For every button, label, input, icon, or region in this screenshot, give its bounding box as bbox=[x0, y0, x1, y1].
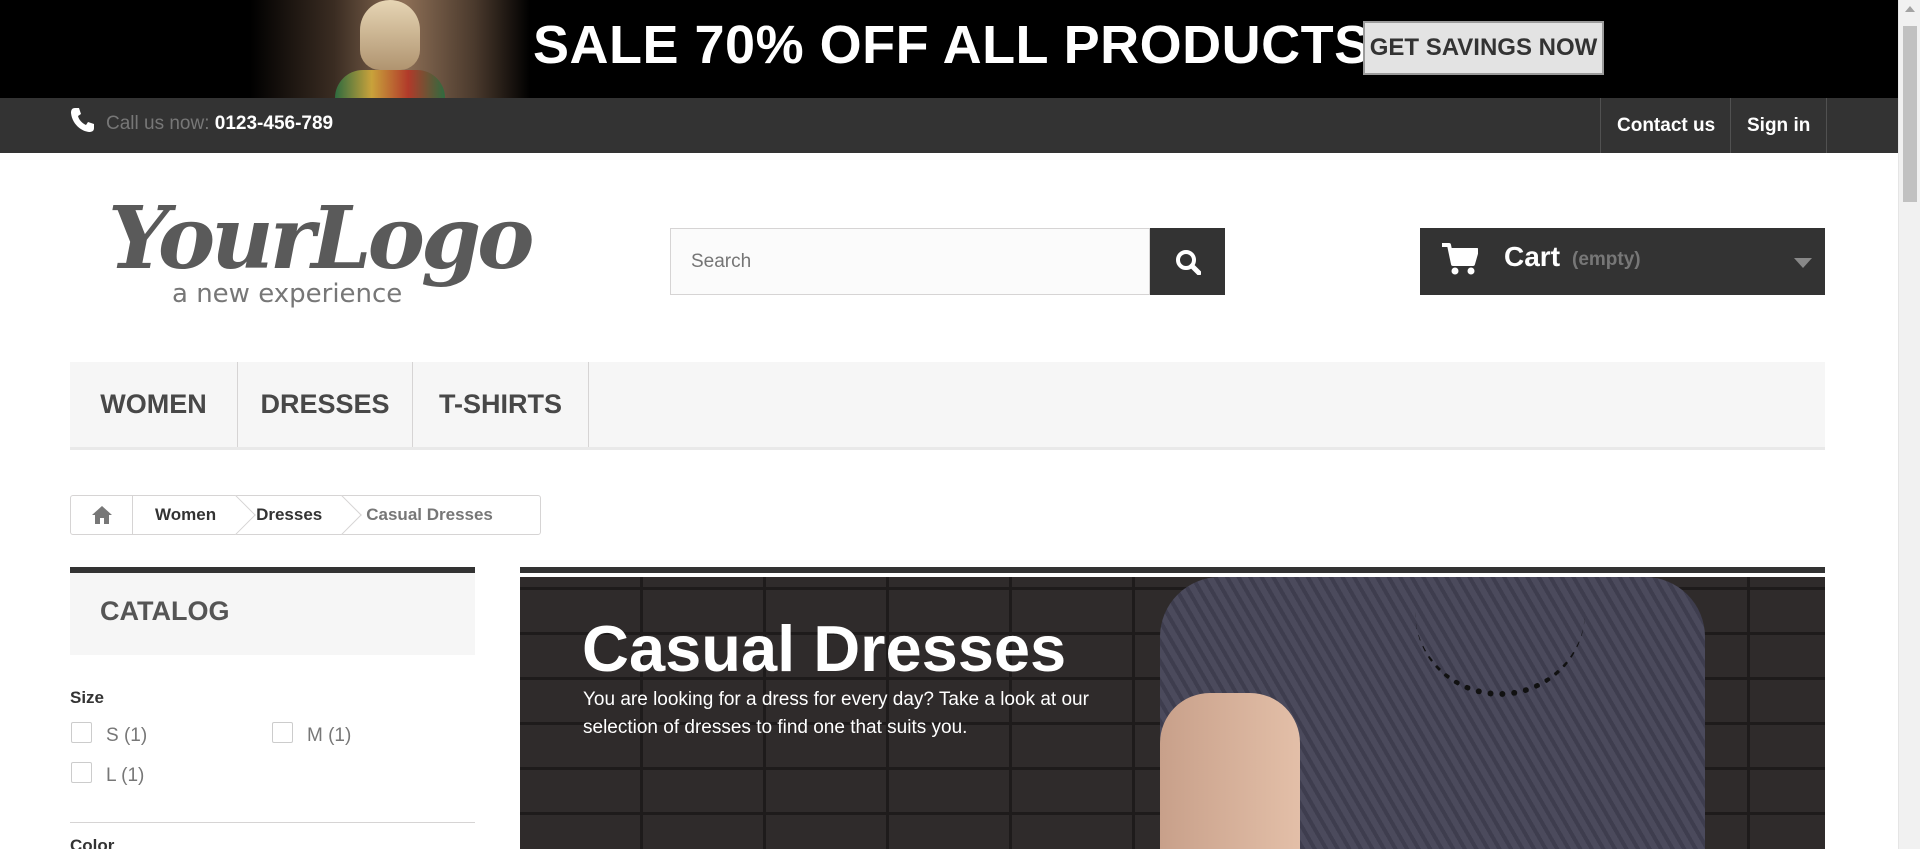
size-m-checkbox[interactable] bbox=[272, 722, 293, 743]
search-input[interactable] bbox=[670, 228, 1150, 295]
color-filter-label: Color bbox=[70, 836, 115, 849]
category-title: Casual Dresses bbox=[582, 612, 1067, 685]
page-scrollbar[interactable] bbox=[1898, 0, 1920, 849]
cart-status: (empty) bbox=[1572, 249, 1641, 270]
promo-headline: SALE 70% OFF ALL PRODUCTS bbox=[533, 15, 1371, 75]
size-s-label[interactable]: S (1) bbox=[106, 725, 147, 747]
category-banner: Casual Dresses You are looking for a dre… bbox=[520, 567, 1825, 849]
svg-text:YourLogo: YourLogo bbox=[108, 188, 532, 289]
home-icon bbox=[91, 506, 112, 524]
phone-number: 0123-456-789 bbox=[214, 113, 334, 134]
size-l-label[interactable]: L (1) bbox=[106, 765, 144, 787]
menu-item-women[interactable]: Women bbox=[70, 362, 238, 447]
search-icon bbox=[1175, 249, 1201, 275]
contact-us-link[interactable]: Contact us bbox=[1600, 98, 1731, 153]
chevron-down-icon bbox=[1794, 258, 1812, 268]
filter-divider bbox=[70, 822, 475, 823]
site-logo[interactable]: YourLogo a new experience bbox=[108, 186, 538, 316]
cart-button[interactable]: Cart (empty) bbox=[1420, 228, 1825, 295]
catalog-title: CATALOG bbox=[100, 596, 230, 626]
size-s-checkbox[interactable] bbox=[71, 722, 92, 743]
cart-label: Cart bbox=[1504, 241, 1561, 272]
scroll-up-arrow-icon[interactable] bbox=[1905, 6, 1915, 12]
category-description: You are looking for a dress for every da… bbox=[583, 689, 1089, 738]
menu-item-tshirts[interactable]: T-shirts bbox=[413, 362, 589, 447]
cart-icon bbox=[1442, 243, 1478, 275]
breadcrumb: Women Dresses Casual Dresses bbox=[70, 495, 541, 535]
svg-text:a new experience: a new experience bbox=[172, 279, 402, 309]
breadcrumb-home[interactable] bbox=[71, 496, 133, 534]
search-button[interactable] bbox=[1150, 228, 1225, 295]
size-l-checkbox[interactable] bbox=[71, 762, 92, 783]
size-filter-label: Size bbox=[70, 688, 105, 707]
breadcrumb-current: Casual Dresses bbox=[366, 505, 493, 524]
get-savings-button[interactable]: GET SAVINGS NOW bbox=[1363, 21, 1604, 75]
model-arm-image bbox=[1160, 693, 1300, 849]
promo-banner[interactable]: SALE 70% OFF ALL PRODUCTS GET SAVINGS NO… bbox=[0, 0, 1898, 98]
call-us-text: Call us now: 0123-456-789 bbox=[106, 113, 333, 135]
call-prefix: Call us now: bbox=[106, 113, 210, 134]
promo-model-image bbox=[250, 0, 530, 98]
sign-in-link[interactable]: Sign in bbox=[1730, 98, 1828, 153]
menu-item-dresses[interactable]: Dresses bbox=[238, 362, 413, 447]
phone-icon bbox=[71, 108, 94, 132]
size-m-label[interactable]: M (1) bbox=[307, 725, 351, 747]
scrollbar-thumb[interactable] bbox=[1903, 26, 1917, 202]
